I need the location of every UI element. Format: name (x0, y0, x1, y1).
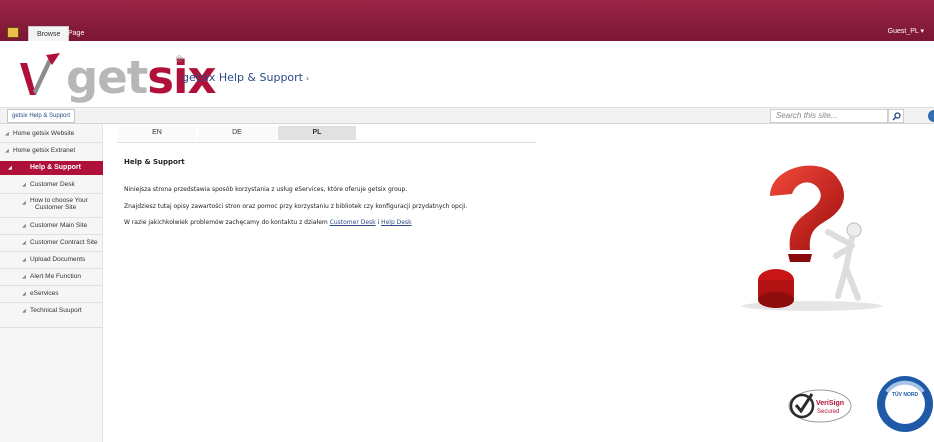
getsix-logo[interactable]: getsix ® (16, 51, 217, 104)
question-mark-figure-icon (742, 165, 882, 311)
site-title-link[interactable]: getsix Help & Support (182, 71, 303, 84)
tuv-nord-badge[interactable]: TÜV NORD ISO 9001 (875, 374, 934, 434)
breadcrumb-arrow-icon: › (306, 74, 310, 83)
svg-text:VeriSign: VeriSign (816, 400, 844, 407)
customer-desk-link[interactable]: Customer Desk (330, 219, 376, 226)
svg-text:Secured: Secured (817, 409, 839, 415)
language-tabs: EN DE PL (118, 126, 358, 140)
svg-text:TÜV NORD: TÜV NORD (892, 391, 919, 398)
help-desk-link[interactable]: Help Desk (381, 219, 412, 226)
verisign-badge[interactable]: VeriSign Secured (788, 388, 852, 424)
triangle-icon: ◢ (5, 131, 9, 137)
triangle-icon: ◢ (22, 291, 26, 297)
tab-lang-pl[interactable]: PL (278, 126, 356, 140)
sidebar-item-technical-support[interactable]: ◢ Technical Suuport (0, 306, 103, 316)
triangle-icon: ◢ (8, 165, 12, 171)
sidebar-item-upload-documents[interactable]: ◢ Upload Documents (0, 255, 103, 265)
sidebar-item-customer-desk[interactable]: ◢ Customer Desk (0, 180, 103, 190)
sidebar-item-customer-main-site[interactable]: ◢ Customer Main Site (0, 221, 103, 231)
triangle-icon: ◢ (22, 274, 26, 280)
paragraph-2: Znajdziesz tutaj opisy zawartości stron … (124, 203, 468, 210)
triangle-icon: ◢ (22, 240, 26, 246)
site-header: getsix ® getsix Help & Support › (0, 41, 934, 107)
search-button[interactable] (888, 109, 904, 123)
tab-lang-de[interactable]: DE (198, 126, 276, 140)
tab-lang-en[interactable]: EN (118, 126, 196, 140)
sidebar-item-home-website[interactable]: ◢ Home getsix Website (0, 129, 103, 139)
sidebar-item-home-extranet[interactable]: ◢ Home getsix Extranet (0, 146, 103, 156)
triangle-icon: ◢ (22, 308, 26, 314)
search-input[interactable]: Search this site... (770, 109, 888, 123)
quick-launch: ◢ Home getsix Website ◢ Home getsix Extr… (0, 124, 103, 442)
paragraph-3: W razie jakichkolwiek problemów zachęcam… (124, 219, 412, 226)
svg-text:ISO 9001: ISO 9001 (895, 416, 915, 421)
triangle-icon: ◢ (5, 148, 9, 154)
sidebar-item-alert-me[interactable]: ◢ Alert Me Function (0, 272, 103, 282)
registered-mark: ® (176, 54, 183, 64)
tab-divider (118, 142, 536, 143)
triangle-icon: ◢ (22, 182, 26, 188)
triangle-icon: ◢ (22, 257, 26, 263)
sidebar-item-customer-contract-site[interactable]: ◢ Customer Contract Site (0, 238, 103, 248)
logo-mark-icon (20, 53, 60, 95)
triangle-icon: ◢ (22, 200, 26, 206)
sidebar-item-how-to-choose[interactable]: ◢ How to choose Your Customer Site (0, 196, 103, 214)
tab-page[interactable]: Page (60, 26, 92, 41)
paragraph-1: Niniejsza strona przedstawia sposób korz… (124, 186, 408, 193)
user-menu[interactable]: Guest_PL ▾ (888, 27, 924, 35)
topnav-home[interactable]: getsix Help & Support (7, 109, 76, 123)
breadcrumb: getsix Help & Support › (182, 71, 309, 84)
page-heading: Help & Support (124, 158, 185, 166)
sidebar-item-help-support[interactable]: ◢ Help & Support (0, 161, 103, 175)
top-navigation: getsix Help & Support Search this site..… (0, 107, 934, 124)
ribbon-bar: Browse Page Guest_PL ▾ (0, 0, 934, 41)
help-icon[interactable] (928, 110, 934, 122)
site-icon[interactable] (7, 27, 19, 38)
sidebar-item-eservices[interactable]: ◢ eServices (0, 289, 103, 299)
search-icon (892, 112, 901, 121)
triangle-icon: ◢ (22, 223, 26, 229)
